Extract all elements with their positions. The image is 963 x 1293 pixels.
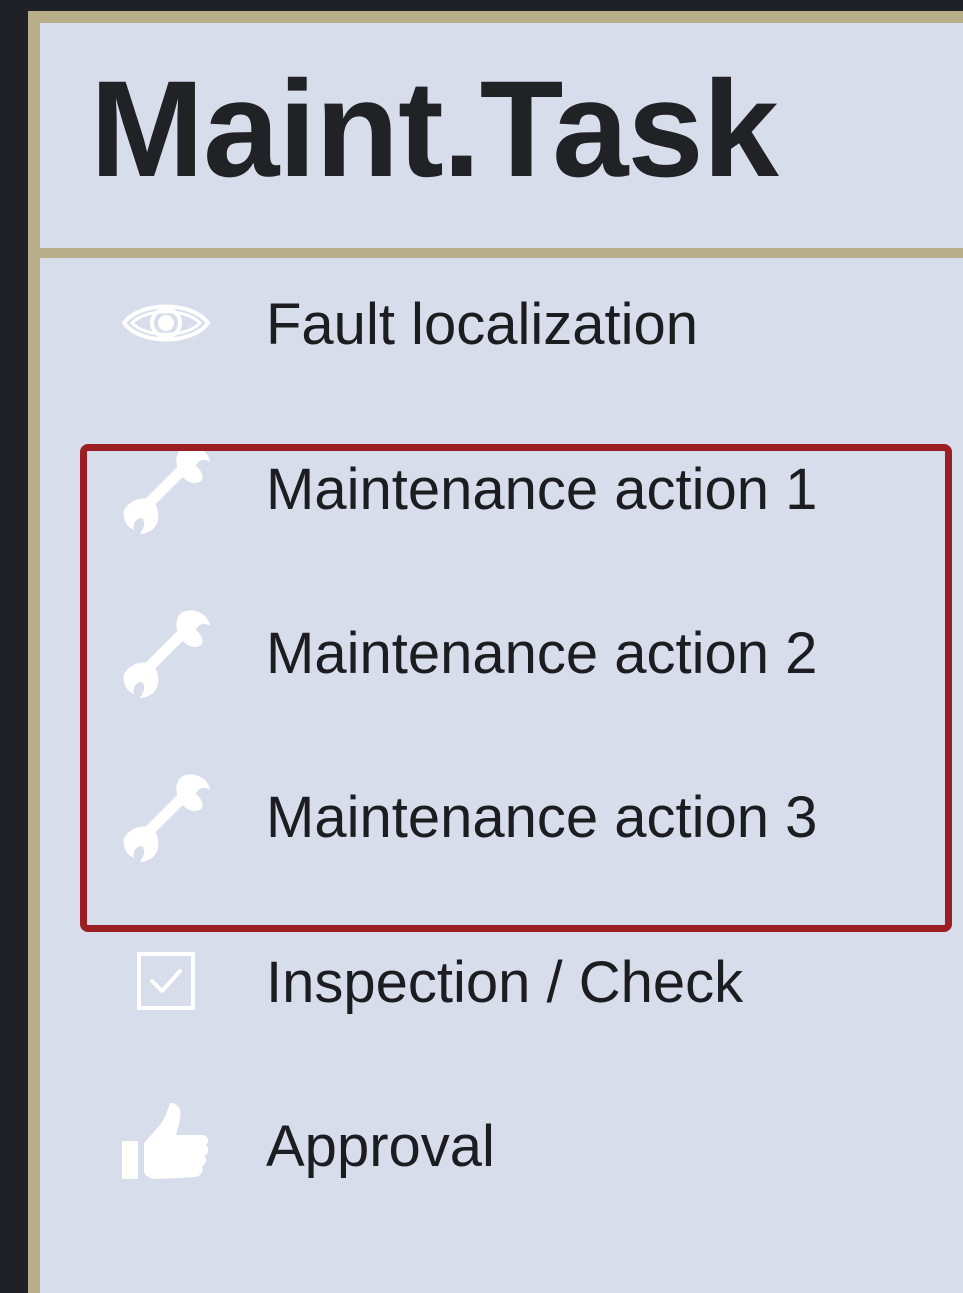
menu-item-label: Maintenance action 2 xyxy=(266,621,818,686)
menu-item-label: Approval xyxy=(266,1114,495,1179)
wrench-icon xyxy=(116,766,216,866)
menu-item-maintenance-action-2[interactable]: Maintenance action 2 xyxy=(40,587,963,707)
menu-item-maintenance-action-3[interactable]: Maintenance action 3 xyxy=(40,751,963,871)
wrench-icon xyxy=(116,602,216,702)
menu-item-fault-localization[interactable]: Fault localization xyxy=(40,258,963,378)
menu-item-maintenance-action-1[interactable]: Maintenance action 1 xyxy=(40,423,963,543)
menu-item-inspection-check[interactable]: Inspection / Check xyxy=(40,916,963,1036)
page-title: Maint.Task xyxy=(90,53,779,206)
menu-item-label: Maintenance action 1 xyxy=(266,457,818,522)
task-panel: Maint.Task Fault localization Maintenanc… xyxy=(40,23,963,1293)
thumbs-up-icon xyxy=(116,1095,216,1195)
menu-item-approval[interactable]: Approval xyxy=(40,1080,963,1200)
menu-item-label: Inspection / Check xyxy=(266,950,744,1015)
menu-item-label: Maintenance action 3 xyxy=(266,785,818,850)
task-menu: Fault localization Maintenance action 1 xyxy=(40,258,963,1293)
task-window: Maint.Task Fault localization Maintenanc… xyxy=(28,11,963,1293)
checkbox-icon xyxy=(116,931,216,1031)
menu-item-label: Fault localization xyxy=(266,292,698,357)
eye-icon xyxy=(116,273,216,373)
header: Maint.Task xyxy=(40,23,963,258)
wrench-icon xyxy=(116,438,216,538)
